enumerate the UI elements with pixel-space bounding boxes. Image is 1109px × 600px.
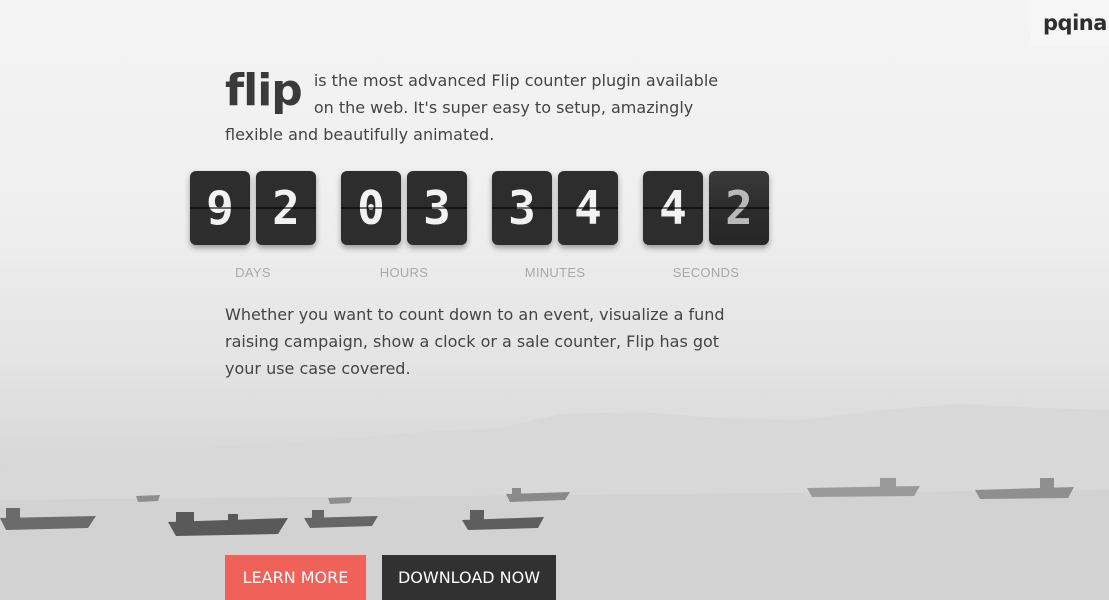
days-digit-2: 2 [256,171,316,245]
hours-digits: 0 3 [341,171,467,245]
flip-logo: flip [225,65,303,116]
minutes-digit-2: 4 [558,171,618,245]
seconds-digits: 4 2 [643,171,769,245]
brand-logo-text: pqina [1043,11,1107,35]
counter-group-days: 9 2 DAYS [190,171,316,280]
download-now-button[interactable]: DOWNLOAD NOW [382,555,556,600]
description-paragraph: Whether you want to count down to an eve… [225,305,725,378]
days-digits: 9 2 [190,171,316,245]
seconds-digit-1: 4 [643,171,703,245]
call-to-action-buttons: LEARN MORE DOWNLOAD NOW [225,555,556,600]
seconds-digit-2: 2 [709,171,769,245]
minutes-digit-1: 3 [492,171,552,245]
hours-digit-1: 0 [341,171,401,245]
days-digit-1: 9 [190,171,250,245]
seconds-label: SECONDS [672,265,740,280]
brand-badge[interactable]: pqina [1031,0,1109,46]
minutes-digits: 3 4 [492,171,618,245]
hours-label: HOURS [379,265,429,280]
intro-paragraph: flip is the most advanced Flip counter p… [225,65,725,148]
counter-group-hours: 0 3 HOURS [341,171,467,280]
flip-counter: 9 2 DAYS 0 3 HOURS 3 4 MINUTES 4 2 SECON… [190,171,769,280]
days-label: DAYS [235,265,271,280]
counter-group-minutes: 3 4 MINUTES [492,171,618,280]
hours-digit-2: 3 [407,171,467,245]
counter-group-seconds: 4 2 SECONDS [643,171,769,280]
learn-more-button[interactable]: LEARN MORE [225,555,366,600]
minutes-label: MINUTES [524,265,586,280]
